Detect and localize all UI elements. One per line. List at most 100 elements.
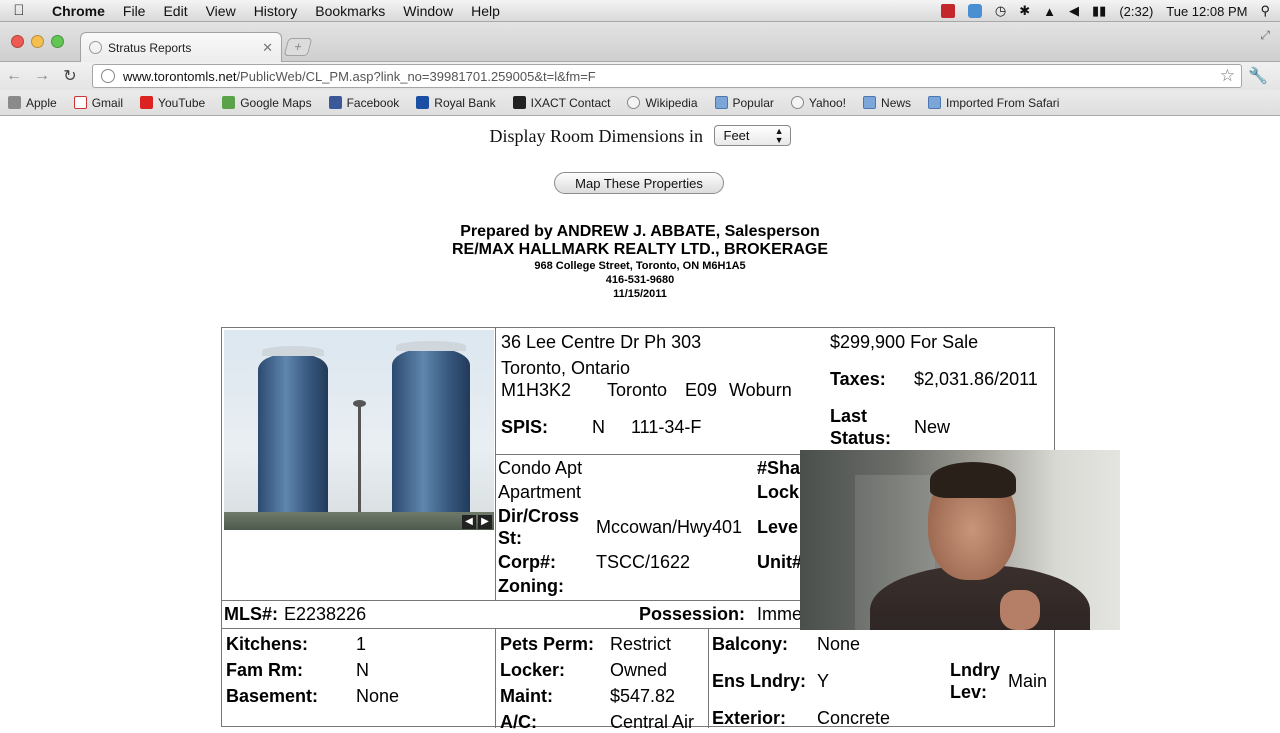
apple-menu-icon[interactable]:  xyxy=(0,2,38,19)
dimension-row: Display Room Dimensions in Feet ▲ ▼ xyxy=(0,125,1280,148)
dimension-unit-select[interactable]: Feet ▲ ▼ xyxy=(713,125,791,147)
spotlight-icon[interactable]: ⚲ xyxy=(1260,3,1270,19)
kitchens-label: Kitchens: xyxy=(226,634,309,654)
bookmark-folder-news[interactable]: News xyxy=(863,96,911,110)
divider xyxy=(495,328,496,600)
bookmark-gmail[interactable]: Gmail xyxy=(73,96,123,110)
dircross-value: Mccowan/Hwy401 xyxy=(596,517,743,537)
menu-history[interactable]: History xyxy=(245,3,307,19)
url-host: www.torontomls.net xyxy=(123,68,237,84)
photo-prev-icon[interactable]: ◀ xyxy=(462,515,476,529)
menu-bookmarks[interactable]: Bookmarks xyxy=(306,3,394,19)
address-line1: 36 Lee Centre Dr Ph 303 xyxy=(501,332,702,352)
bookmark-facebook[interactable]: Facebook xyxy=(328,96,399,110)
district: E09 xyxy=(685,380,718,400)
spis-label: SPIS: xyxy=(501,417,549,437)
last-status-label-2: Status: xyxy=(830,428,892,448)
page-info-icon[interactable] xyxy=(101,69,115,83)
royal-bank-icon xyxy=(416,96,430,109)
last-status-label-1: Last xyxy=(830,406,868,426)
lndry-lev-value: Main xyxy=(1008,671,1048,691)
map-these-properties-button[interactable]: Map These Properties xyxy=(554,172,724,194)
possession-value: Imme xyxy=(757,604,802,624)
browser-toolbar: ← → ↻ www.torontomls.net/PublicWeb/CL_PM… xyxy=(0,62,1280,90)
menu-help[interactable]: Help xyxy=(462,3,509,19)
record-icon[interactable] xyxy=(940,4,955,18)
back-button[interactable]: ← xyxy=(0,67,28,85)
battery-icon[interactable]: ▮▮ xyxy=(1092,3,1106,19)
taxes-label: Taxes: xyxy=(830,369,886,389)
ixact-icon xyxy=(512,96,526,109)
basement-label: Basement: xyxy=(226,686,319,706)
clock[interactable]: Tue 12:08 PM xyxy=(1166,4,1247,19)
close-window-button[interactable] xyxy=(11,35,24,48)
bookmark-youtube[interactable]: YouTube xyxy=(140,96,205,110)
forward-button[interactable]: → xyxy=(28,67,56,85)
bookmark-folder-imported[interactable]: Imported From Safari xyxy=(928,96,1059,110)
pets-label: Pets Perm: xyxy=(500,634,595,654)
dropbox-icon[interactable] xyxy=(967,4,982,18)
mls-label: MLS#: xyxy=(224,604,278,624)
zoning-label: Zoning: xyxy=(498,576,564,596)
shares-label: #Sha xyxy=(757,458,801,478)
mac-menu-bar:  Chrome File Edit View History Bookmark… xyxy=(0,0,1280,22)
bookmark-folder-popular[interactable]: Popular xyxy=(714,96,774,110)
locker-label: Locker: xyxy=(500,660,566,680)
corp-label: Corp#: xyxy=(498,552,556,572)
fam-rm-value: N xyxy=(356,660,369,680)
menu-window[interactable]: Window xyxy=(394,3,462,19)
bluetooth-icon[interactable]: ✱ xyxy=(1019,3,1030,19)
menu-view[interactable]: View xyxy=(197,3,245,19)
ac-value: Central Air xyxy=(610,712,695,732)
area: Woburn xyxy=(729,380,792,400)
close-tab-icon[interactable]: ✕ xyxy=(262,40,273,56)
window-controls xyxy=(11,35,64,48)
divider xyxy=(708,628,709,728)
tab-title: Stratus Reports xyxy=(108,40,192,55)
ground xyxy=(224,512,494,530)
apple-favicon-icon xyxy=(8,96,21,109)
bookmark-star-icon[interactable]: ☆ xyxy=(1220,66,1235,86)
wifi-icon[interactable]: ▲ xyxy=(1043,4,1056,19)
bookmark-wikipedia[interactable]: Wikipedia xyxy=(627,96,698,110)
wrench-menu-icon[interactable]: 🔧 xyxy=(1248,66,1268,86)
wikipedia-icon xyxy=(627,96,641,109)
bookmark-apple[interactable]: Apple xyxy=(8,96,57,110)
minimize-window-button[interactable] xyxy=(31,35,44,48)
postal-code: M1H3K2 xyxy=(501,380,572,400)
property-photo[interactable]: ◀ ▶ xyxy=(224,330,494,530)
spis-value: N xyxy=(592,417,605,437)
bookmark-royal-bank[interactable]: Royal Bank xyxy=(416,96,496,110)
kitchens-value: 1 xyxy=(356,634,367,654)
webcam-overlay xyxy=(800,450,1120,630)
tab-stratus-reports[interactable]: Stratus Reports ✕ xyxy=(80,32,282,62)
property-style: Apartment xyxy=(498,482,582,502)
menu-chrome[interactable]: Chrome xyxy=(38,3,114,19)
photo-next-icon[interactable]: ▶ xyxy=(478,515,492,529)
brokerage-address: 968 College Street, Toronto, ON M6H1A5 xyxy=(534,260,746,272)
status-area: ◷ ✱ ▲ ◀ ▮▮ (2:32) Tue 12:08 PM ⚲ xyxy=(940,0,1270,22)
exterior-value: Concrete xyxy=(817,708,891,728)
property-type: Condo Apt xyxy=(498,458,583,478)
gmail-icon xyxy=(73,96,87,109)
dircross-label-1: Dir/Cross xyxy=(498,506,580,526)
corp-value: TSCC/1622 xyxy=(596,552,691,572)
menu-file[interactable]: File xyxy=(114,3,155,19)
zoom-window-button[interactable] xyxy=(51,35,64,48)
reload-button[interactable]: ↻ xyxy=(56,66,84,86)
map-reference: 111-34-F xyxy=(631,417,702,437)
time-machine-icon[interactable]: ◷ xyxy=(995,3,1006,19)
address-bar[interactable]: www.torontomls.net/PublicWeb/CL_PM.asp?l… xyxy=(92,64,1242,88)
brokerage-phone: 416-531-9680 xyxy=(605,274,675,286)
menu-edit[interactable]: Edit xyxy=(154,3,196,19)
bookmark-ixact-contact[interactable]: IXACT Contact xyxy=(512,96,610,110)
volume-icon[interactable]: ◀ xyxy=(1069,3,1079,19)
possession-label: Possession: xyxy=(639,604,746,624)
folder-icon xyxy=(928,96,942,109)
bookmark-google-maps[interactable]: Google Maps xyxy=(222,96,312,110)
ac-label: A/C: xyxy=(500,712,537,732)
new-tab-button[interactable]: + xyxy=(283,38,313,56)
bookmark-yahoo[interactable]: Yahoo! xyxy=(790,96,846,110)
list-price: $299,900 For Sale xyxy=(830,332,979,352)
fullscreen-icon[interactable]: ⤢ xyxy=(1260,28,1270,43)
